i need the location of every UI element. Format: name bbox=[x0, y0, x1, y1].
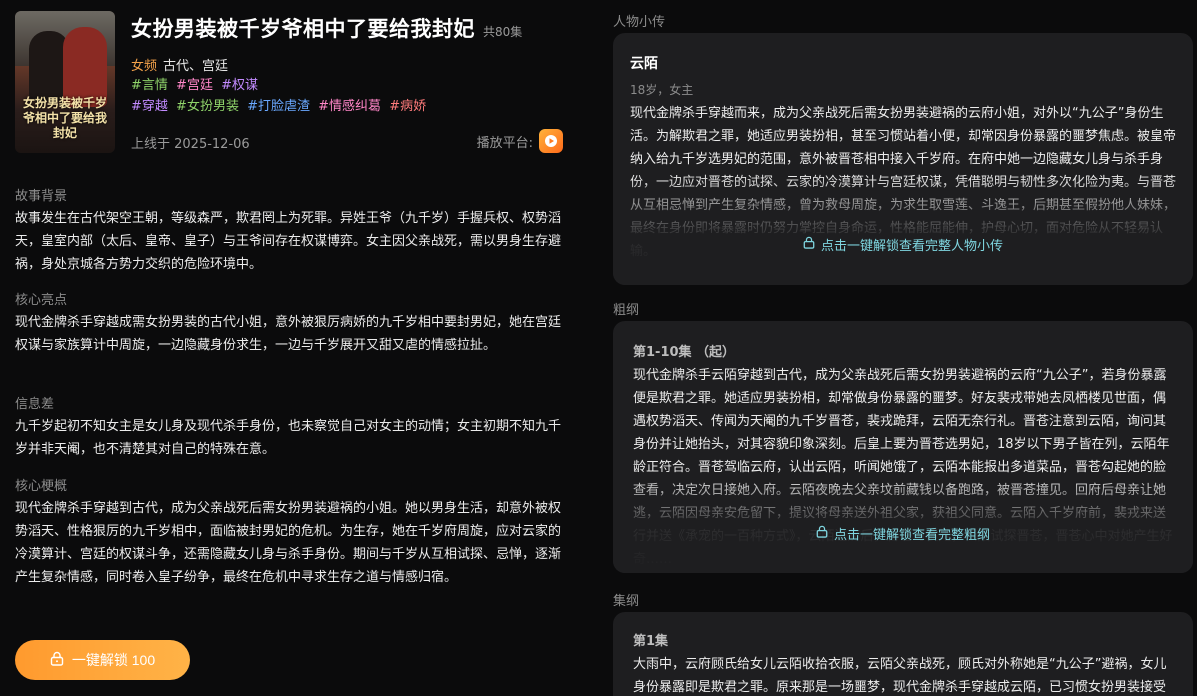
poster-title: 女扮男装被千岁爷相中了要给我封妃 bbox=[22, 96, 107, 140]
episode-text: 大雨中，云府顾氏给女儿云陌收拾衣服，云陌父亲战死，顾氏对外称她是“九公子”避祸，… bbox=[633, 657, 1167, 695]
core-plot-label: 核心梗概 bbox=[15, 479, 68, 494]
tag[interactable]: #权谋 bbox=[221, 78, 258, 93]
background-label: 故事背景 bbox=[15, 189, 68, 204]
tag[interactable]: #女扮男装 bbox=[176, 99, 239, 114]
unlock-outline-link[interactable]: 点击一键解锁查看完整粗纲 bbox=[613, 524, 1193, 543]
unlock-button-label: 一键解锁 100 bbox=[71, 652, 156, 668]
core-plot-text: 现代金牌杀手穿越到古代，成为父亲战死后需女扮男装避祸的小姐。她以男身生活，却意外… bbox=[15, 501, 562, 585]
platform-label: 播放平台: bbox=[476, 135, 533, 151]
category-line: 女频 古代、宫廷 bbox=[131, 55, 228, 74]
background-text: 故事发生在古代架空王朝，等级森严，欺君罔上为死罪。异姓王爷（九千岁）手握兵权、权… bbox=[15, 211, 562, 272]
platform: 播放平台: bbox=[477, 129, 563, 153]
lock-icon bbox=[803, 236, 815, 253]
highlights-label: 核心亮点 bbox=[15, 293, 68, 308]
character-sub: 18岁，女主 bbox=[630, 83, 694, 97]
tag-list-2: #穿越 #女扮男装 #打脸虐渣 #情感纠葛 #病娇 bbox=[131, 95, 430, 114]
tag[interactable]: #病娇 bbox=[389, 99, 426, 114]
left-column: 女扮男装被千岁爷相中了要给我封妃 女扮男装被千岁爷相中了要给我封妃 共80集 女… bbox=[0, 0, 580, 696]
episode-card: 第1集 大雨中，云府顾氏给女儿云陌收拾衣服，云陌父亲战死，顾氏对外称她是“九公子… bbox=[613, 612, 1193, 696]
episode-count: 共80集 bbox=[483, 25, 523, 39]
lock-icon bbox=[816, 525, 828, 542]
character-name: 云陌 bbox=[630, 56, 658, 72]
poster-image[interactable]: 女扮男装被千岁爷相中了要给我封妃 bbox=[15, 11, 115, 153]
unlock-all-button[interactable]: 一键解锁 100 bbox=[15, 640, 190, 680]
unlock-character-link[interactable]: 点击一键解锁查看完整人物小传 bbox=[613, 235, 1193, 254]
tag[interactable]: #打脸虐渣 bbox=[247, 99, 310, 114]
tag[interactable]: #情感纠葛 bbox=[318, 99, 381, 114]
tag-list-1: #言情 #宫廷 #权谋 bbox=[131, 74, 262, 93]
tag[interactable]: #穿越 bbox=[131, 99, 168, 114]
info-gap-text: 九千岁起初不知女主是女儿身及现代杀手身份，也未察觉自己对女主的动情；女主初期不知… bbox=[15, 419, 562, 457]
drama-header: 女扮男装被千岁爷相中了要给我封妃 女扮男装被千岁爷相中了要给我封妃 共80集 女… bbox=[15, 11, 563, 156]
title-row: 女扮男装被千岁爷相中了要给我封妃 共80集 bbox=[131, 13, 522, 43]
episode-section-label: 集纲 bbox=[613, 594, 640, 609]
outline-episode-range: 第1-10集 （起） bbox=[633, 345, 736, 360]
character-card: 云陌 18岁，女主 现代金牌杀手穿越而来，成为父亲战死后需女扮男装避祸的云府小姐… bbox=[613, 33, 1193, 285]
highlights-text: 现代金牌杀手穿越成需女扮男装的古代小姐，意外被狠厉病娇的九千岁相中要封男妃，她在… bbox=[15, 315, 562, 353]
tag[interactable]: #言情 bbox=[131, 78, 168, 93]
outline-section-label: 粗纲 bbox=[613, 303, 640, 318]
episode-number: 第1集 bbox=[633, 634, 669, 649]
release-date: 上线于 2025-12-06 bbox=[131, 137, 250, 152]
play-platform-icon[interactable] bbox=[539, 129, 563, 153]
character-section-label: 人物小传 bbox=[613, 15, 666, 30]
tag[interactable]: #宫廷 bbox=[176, 78, 213, 93]
outline-card: 第1-10集 （起） 现代金牌杀手云陌穿越到古代，成为父亲战死后需女扮男装避祸的… bbox=[613, 321, 1193, 573]
info-gap-label: 信息差 bbox=[15, 397, 55, 412]
category-label: 女频 bbox=[131, 59, 158, 74]
lock-icon bbox=[50, 651, 64, 669]
page-title: 女扮男装被千岁爷相中了要给我封妃 bbox=[131, 17, 475, 41]
category-value: 古代、宫廷 bbox=[163, 59, 229, 74]
